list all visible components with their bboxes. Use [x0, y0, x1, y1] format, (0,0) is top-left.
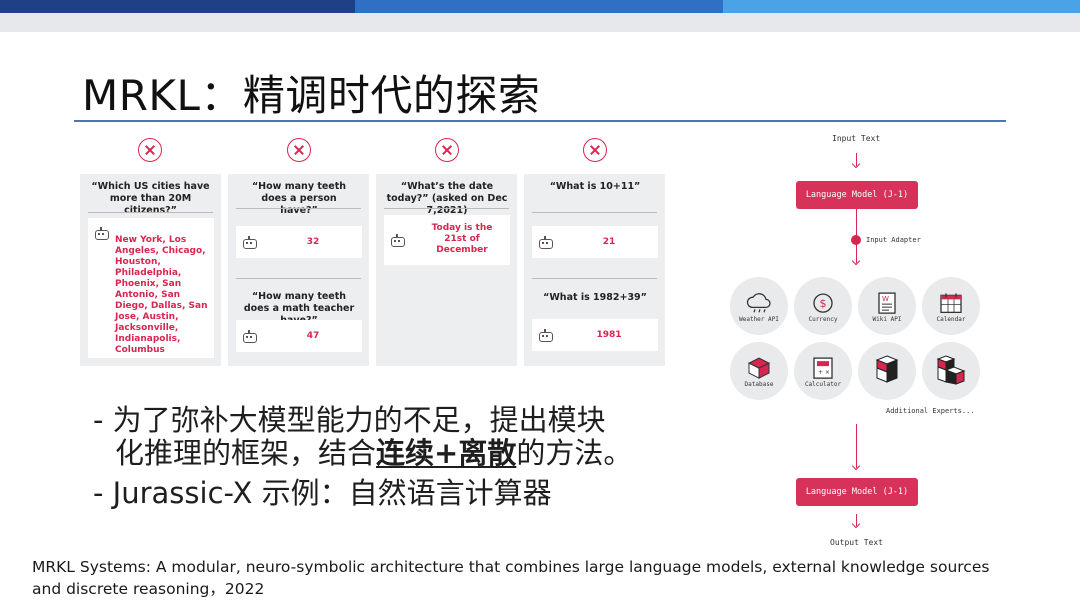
bullet-2: - Jurassic-X 示例：自然语言计算器 [93, 476, 552, 510]
question-text: “What is 1982+39” [543, 292, 647, 303]
svg-text:W: W [882, 295, 889, 303]
banner-segment-mid [355, 0, 723, 13]
input-text-label: Input Text [832, 134, 881, 143]
slide-title: MRKL：精调时代的探索 [82, 71, 541, 120]
example-panel-3: “What’s the date today?” (asked on Dec 7… [376, 174, 517, 366]
expert-calendar: Calendar [922, 277, 980, 335]
arrow-down [856, 424, 857, 468]
answer-text: Today is the 21st of December [431, 223, 493, 255]
question-text: “What’s the date today?” (asked on Dec 7… [386, 181, 508, 216]
bullet-1-text: 化推理的框架，结合 [115, 436, 377, 470]
example-panel-1: “Which US cities have more than 20M citi… [80, 174, 221, 366]
cloud-icon [746, 293, 771, 313]
example-panel-4: “What is 10+11” 21 “What is 1982+39” 198… [524, 174, 665, 366]
expert-currency: $ Currency [794, 277, 852, 335]
example-panel-2: “How many teeth does a person have?” 32 … [228, 174, 369, 366]
language-model-bottom: Language Model (J-1) [796, 478, 918, 506]
divider [88, 212, 213, 213]
x-circle-icon [435, 138, 459, 162]
expert-label: Currency [808, 316, 838, 323]
answer-text: 32 [306, 237, 320, 247]
banner-segment-dark [0, 0, 355, 13]
x-circle-icon [287, 138, 311, 162]
divider [532, 212, 657, 213]
coin-icon: $ [813, 293, 833, 313]
arrow-down [856, 153, 857, 166]
answer-text: 1981 [596, 330, 622, 340]
expert-weather: Weather API [730, 277, 788, 335]
calculator-icon: + × [813, 357, 833, 379]
answer-card: 47 [236, 320, 362, 352]
title-underline [74, 120, 1006, 122]
svg-text:$: $ [820, 297, 827, 310]
expert-label: Wiki API [872, 316, 902, 323]
answer-text: 47 [306, 331, 320, 341]
bullet-1-line-1: - 为了弥补大模型能力的不足，提出模块 [93, 403, 606, 437]
database-icon [747, 357, 771, 379]
expert-label: Calendar [936, 316, 966, 323]
answer-text: 21 [602, 237, 616, 247]
robot-icon [390, 234, 405, 247]
answer-card: New York, Los Angeles, Chicago, Houston,… [88, 218, 214, 358]
expert-label: Weather API [739, 316, 779, 323]
blocks-icon [936, 355, 966, 385]
bullet-1-emphasis: 连续+离散 [376, 436, 517, 470]
wiki-icon: W [878, 292, 896, 314]
banner-band [0, 13, 1080, 32]
top-banner [0, 0, 1080, 32]
robot-icon [94, 227, 109, 240]
output-text-label: Output Text [830, 538, 883, 547]
question-text: “How many teeth does a person have?” [251, 181, 347, 216]
input-adapter-dot [851, 235, 861, 245]
expert-additional-1 [858, 342, 916, 400]
input-adapter-label: Input Adapter [866, 236, 921, 244]
additional-experts-label: Additional Experts... [886, 407, 975, 415]
x-circle-icon [583, 138, 607, 162]
svg-text:+ ×: + × [818, 369, 830, 376]
expert-label: Database [744, 381, 774, 388]
question-text: “What is 10+11” [549, 181, 641, 192]
bullet-1-line-2: 化推理的框架，结合连续+离散的方法。 [115, 437, 632, 470]
answer-card: 32 [236, 226, 362, 258]
cube-icon [875, 355, 899, 383]
expert-label: Calculator [804, 381, 842, 388]
answer-card: 1981 [532, 319, 658, 351]
banner-segment-light [723, 0, 1080, 13]
divider [236, 278, 361, 279]
divider [532, 278, 657, 279]
answer-card: 21 [532, 226, 658, 258]
bullet-1-text-end: 的方法。 [516, 436, 633, 470]
expert-calculator: + × Calculator [794, 342, 852, 400]
x-circle-icon [138, 138, 162, 162]
expert-database: Database [730, 342, 788, 400]
language-model-top: Language Model (J-1) [796, 181, 918, 209]
answer-card: Today is the 21st of December [384, 215, 510, 265]
arrow-down [856, 514, 857, 526]
expert-additional-2 [922, 342, 980, 400]
citation: MRKL Systems: A modular, neuro-symbolic … [32, 558, 990, 598]
divider [236, 208, 361, 209]
divider [384, 208, 509, 209]
expert-wiki: W Wiki API [858, 277, 916, 335]
answer-text: New York, Los Angeles, Chicago, Houston,… [115, 235, 208, 355]
calendar-icon [940, 293, 962, 314]
